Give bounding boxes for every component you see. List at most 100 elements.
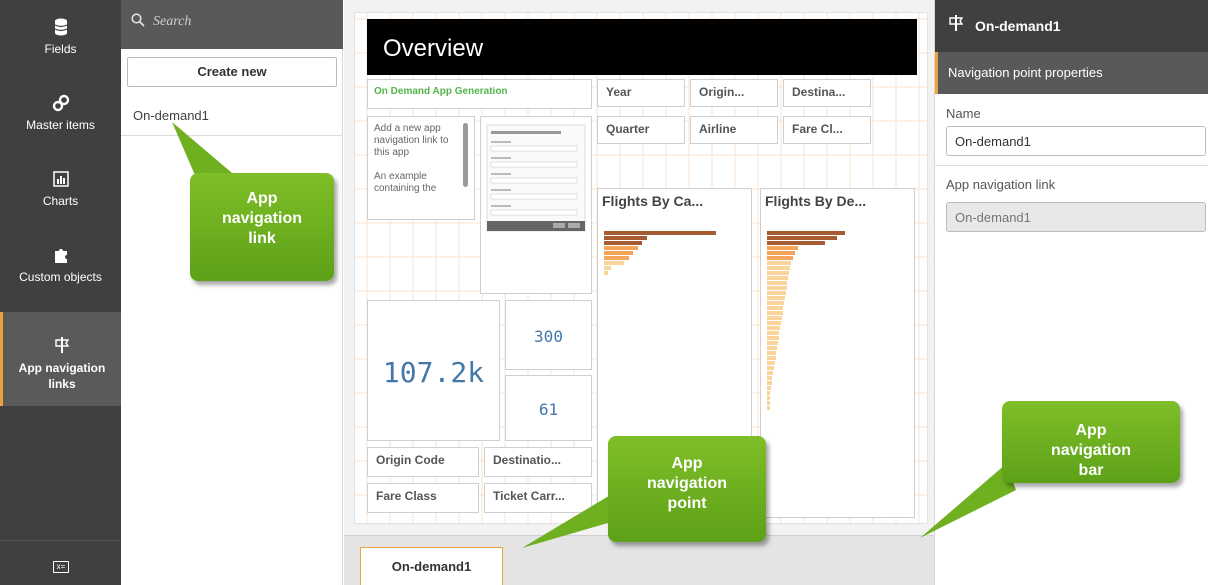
bar[interactable]: [767, 246, 799, 250]
name-field[interactable]: On-demand1: [946, 126, 1206, 156]
callout-app-navigation-bar: App navigation bar: [1002, 401, 1180, 483]
search-bar[interactable]: Search: [121, 0, 343, 49]
signpost-icon: [949, 15, 963, 31]
kpi-main[interactable]: 107.2k: [367, 300, 500, 441]
filter-origin-code[interactable]: Origin Code: [367, 447, 479, 477]
bar[interactable]: [767, 376, 773, 380]
bar[interactable]: [767, 371, 774, 375]
filter-label: Quarter: [606, 122, 650, 136]
bar[interactable]: [604, 261, 625, 265]
bar[interactable]: [767, 401, 770, 405]
filter-label: Origin Code: [376, 453, 445, 467]
bar[interactable]: [604, 246, 638, 250]
rail-label: App navigation links: [18, 361, 106, 391]
bar[interactable]: [767, 366, 775, 370]
kpi-value: 61: [538, 400, 559, 419]
filter-destination[interactable]: Destina...: [783, 79, 871, 107]
chart-flights-by-destination[interactable]: Flights By De...: [760, 188, 915, 518]
bar[interactable]: [767, 276, 789, 280]
search-input[interactable]: Search: [153, 14, 191, 30]
rail-item-master-items[interactable]: Master items: [0, 94, 121, 132]
scrollbar[interactable]: [463, 123, 468, 187]
app-gen-text-tile[interactable]: Add a new app navigation link to this ap…: [367, 116, 475, 220]
database-icon: [54, 18, 67, 36]
rail-item-charts[interactable]: Charts: [0, 170, 121, 208]
filter-fare[interactable]: Fare Cl...: [783, 116, 871, 144]
filter-origin[interactable]: Origin...: [690, 79, 778, 107]
puzzle-icon: [54, 249, 67, 263]
bar[interactable]: [767, 291, 786, 295]
bar[interactable]: [767, 346, 778, 350]
kpi-bottom[interactable]: 61: [505, 375, 592, 441]
app-navigation-link-label: App navigation link: [946, 177, 1056, 192]
bar[interactable]: [767, 281, 788, 285]
bar[interactable]: [767, 326, 781, 330]
filter-airline[interactable]: Airline: [690, 116, 778, 144]
bar[interactable]: [767, 316, 782, 320]
filter-label: Airline: [699, 122, 737, 136]
filter-label: Year: [606, 85, 632, 99]
bar[interactable]: [604, 241, 643, 245]
bar[interactable]: [767, 241, 825, 245]
bar[interactable]: [767, 301, 785, 305]
bar[interactable]: [604, 231, 716, 235]
bar[interactable]: [767, 331, 780, 335]
bar[interactable]: [604, 266, 611, 270]
app-navigation-link-field: On-demand1: [946, 202, 1206, 232]
bar[interactable]: [767, 271, 789, 275]
bar[interactable]: [767, 286, 787, 290]
app-gen-tile-header[interactable]: On Demand App Generation: [367, 79, 592, 109]
rail-bottom-bar: x=: [0, 540, 121, 585]
bar[interactable]: [767, 406, 770, 410]
bar[interactable]: [767, 266, 790, 270]
rail-item-custom-objects[interactable]: Custom objects: [0, 246, 121, 284]
bar[interactable]: [767, 356, 776, 360]
bar[interactable]: [767, 311, 783, 315]
bar[interactable]: [767, 391, 771, 395]
bar[interactable]: [767, 351, 777, 355]
app-gen-title: On Demand App Generation: [374, 86, 508, 97]
bar[interactable]: [767, 341, 778, 345]
bar[interactable]: [767, 236, 838, 240]
app-gen-preview-tile[interactable]: [480, 116, 592, 294]
bar[interactable]: [767, 336, 779, 340]
rail-label: Master items: [26, 118, 95, 132]
bar[interactable]: [767, 251, 796, 255]
properties-section-header[interactable]: Navigation point properties: [935, 52, 1208, 94]
filter-destination-full[interactable]: Destinatio...: [484, 447, 592, 477]
properties-header: On-demand1: [935, 0, 1208, 52]
bar[interactable]: [767, 231, 845, 235]
filter-label: Destina...: [792, 85, 846, 99]
bar[interactable]: [767, 256, 793, 260]
bar[interactable]: [604, 251, 634, 255]
rail-item-app-navigation-links[interactable]: App navigation links: [0, 312, 121, 406]
bar[interactable]: [767, 306, 784, 310]
bar[interactable]: [604, 236, 647, 240]
bar[interactable]: [767, 381, 772, 385]
create-new-button[interactable]: Create new: [127, 57, 337, 87]
kpi-value: 107.2k: [382, 356, 485, 389]
sheet-title: Overview: [367, 19, 917, 75]
callout-tail: [522, 494, 618, 548]
bar[interactable]: [767, 321, 782, 325]
filter-quarter[interactable]: Quarter: [597, 116, 685, 144]
rail-label: Fields: [44, 42, 77, 56]
kpi-top[interactable]: 300: [505, 300, 592, 370]
asset-rail: Fields Master items Charts Custom object…: [0, 0, 121, 585]
bar[interactable]: [767, 261, 792, 265]
bar[interactable]: [767, 361, 775, 365]
filter-label: Origin...: [699, 85, 745, 99]
nav-point-on-demand1[interactable]: On-demand1: [360, 547, 503, 585]
bar[interactable]: [767, 386, 771, 390]
bar[interactable]: [767, 296, 785, 300]
filter-fare-class[interactable]: Fare Class: [367, 483, 479, 513]
bar[interactable]: [604, 256, 629, 260]
signpost-icon: [55, 337, 70, 353]
bar[interactable]: [767, 396, 770, 400]
name-label: Name: [946, 106, 981, 121]
rail-item-fields[interactable]: Fields: [0, 18, 121, 56]
variables-icon[interactable]: x=: [53, 561, 69, 573]
app-gen-text: Add a new app navigation link to this ap…: [374, 123, 449, 194]
filter-year[interactable]: Year: [597, 79, 685, 107]
bar[interactable]: [604, 271, 609, 275]
